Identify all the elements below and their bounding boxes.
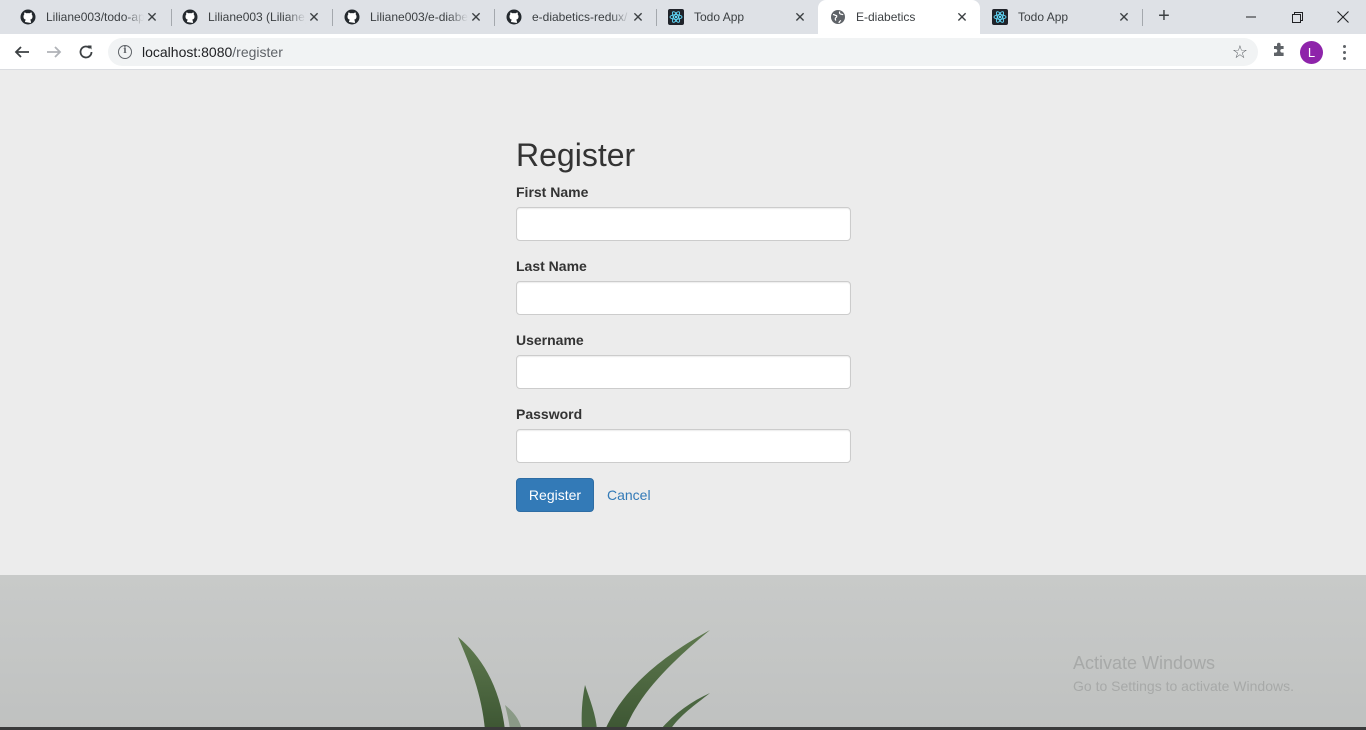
close-icon[interactable]: ✕ — [468, 9, 484, 25]
restore-icon — [1291, 11, 1303, 23]
tab-title: e-diabetics-redux/ — [532, 10, 628, 24]
tab-strip: Liliane003/todo-app ✕ Liliane003 (Lilian… — [0, 0, 1366, 34]
tab-title: Liliane003/todo-app — [46, 10, 144, 24]
close-window-button[interactable] — [1320, 0, 1366, 34]
first-name-field[interactable] — [516, 207, 851, 241]
browser-tab[interactable]: Todo App ✕ — [980, 0, 1142, 34]
new-tab-button[interactable]: + — [1152, 5, 1176, 29]
close-icon[interactable]: ✕ — [792, 9, 808, 25]
url-path: /register — [232, 44, 283, 60]
background-plant-image: Activate Windows Go to Settings to activ… — [0, 575, 1366, 730]
globe-icon — [830, 9, 846, 25]
url-host: localhost:8080 — [142, 44, 233, 60]
url-text: localhost:8080/register — [142, 44, 283, 60]
tab-title: Todo App — [694, 10, 745, 24]
github-icon — [182, 9, 198, 25]
github-icon — [20, 9, 36, 25]
menu-dot — [1342, 44, 1346, 48]
browser-tab[interactable]: Liliane003/todo-app ✕ — [8, 0, 170, 34]
back-arrow-icon — [14, 46, 29, 58]
tab-title: Todo App — [1018, 10, 1069, 24]
bookmark-star-icon[interactable]: ☆ — [1232, 42, 1248, 62]
menu-dot — [1342, 56, 1346, 60]
puzzle-icon — [1274, 42, 1284, 56]
last-name-field[interactable] — [516, 281, 851, 315]
page-content: Register First Name Last Name Username P… — [0, 71, 1366, 575]
tab-separator — [1142, 9, 1143, 26]
password-label: Password — [516, 406, 583, 422]
close-icon — [1337, 11, 1349, 23]
minimize-icon — [1246, 16, 1256, 18]
watermark-line-1: Activate Windows — [1073, 653, 1216, 673]
username-field[interactable] — [516, 355, 851, 389]
browser-tab[interactable]: Liliane003 (Liliane) ✕ — [170, 0, 332, 34]
close-icon[interactable]: ✕ — [144, 9, 160, 25]
site-info-icon[interactable]: i — [118, 45, 132, 59]
page-title: Register — [516, 137, 636, 173]
first-name-label: First Name — [516, 184, 589, 200]
activate-windows-watermark: Activate Windows Go to Settings to activ… — [1073, 653, 1294, 694]
browser-tab-active[interactable]: E-diabetics ✕ — [818, 0, 980, 34]
close-icon[interactable]: ✕ — [954, 9, 970, 25]
react-icon — [668, 9, 684, 25]
last-name-label: Last Name — [516, 258, 587, 274]
browser-tab[interactable]: Liliane003/e-diabetics ✕ — [332, 0, 494, 34]
minimize-button[interactable] — [1228, 0, 1274, 34]
tab-title: E-diabetics — [856, 10, 916, 24]
username-label: Username — [516, 332, 584, 348]
profile-avatar[interactable]: L — [1300, 41, 1323, 64]
menu-dot — [1342, 50, 1346, 54]
browser-toolbar: i localhost:8080/register ☆ — [0, 34, 1366, 70]
close-icon[interactable]: ✕ — [630, 9, 646, 25]
restore-button[interactable] — [1274, 0, 1320, 34]
close-icon[interactable]: ✕ — [306, 9, 322, 25]
reload-icon — [79, 45, 93, 59]
react-icon — [992, 9, 1008, 25]
back-button[interactable] — [8, 38, 36, 66]
forward-arrow-icon — [47, 46, 62, 58]
tab-title: Liliane003 (Liliane) — [208, 10, 306, 24]
github-icon — [344, 9, 360, 25]
close-icon[interactable]: ✕ — [1116, 9, 1132, 25]
reload-button[interactable] — [72, 38, 100, 66]
forward-button[interactable] — [40, 38, 68, 66]
cancel-link[interactable]: Cancel — [607, 478, 651, 512]
browser-tab[interactable]: Todo App ✕ — [656, 0, 818, 34]
browser-tab[interactable]: e-diabetics-redux/ ✕ — [494, 0, 656, 34]
tab-title: Liliane003/e-diabetics — [370, 10, 468, 24]
extensions-button[interactable] — [1268, 38, 1292, 62]
browser-menu-button[interactable] — [1334, 38, 1354, 66]
register-button[interactable]: Register — [516, 478, 594, 512]
github-icon — [506, 9, 522, 25]
password-field[interactable] — [516, 429, 851, 463]
address-bar[interactable]: i localhost:8080/register ☆ — [108, 38, 1258, 66]
watermark-line-2: Go to Settings to activate Windows. — [1073, 678, 1294, 694]
